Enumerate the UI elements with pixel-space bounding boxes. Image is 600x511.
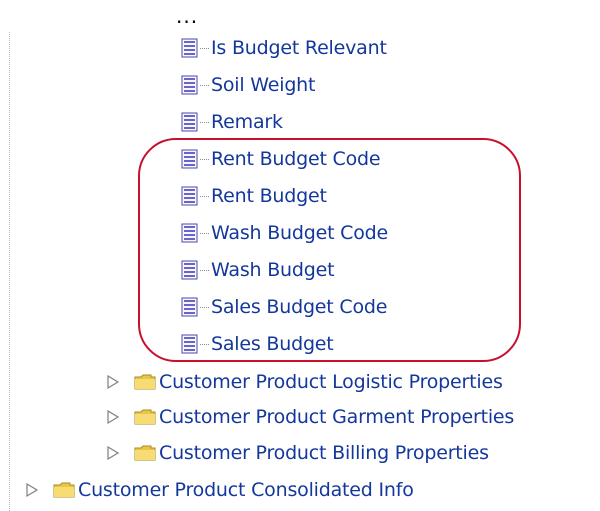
tree-item-label: Rent Budget Code — [211, 148, 381, 170]
attribute-icon — [181, 223, 198, 243]
tree-folder-label: Customer Product Billing Properties — [159, 442, 489, 464]
folder-icon — [134, 445, 156, 461]
tree-connector — [200, 306, 209, 308]
attribute-icon — [181, 297, 198, 317]
tree-connector — [200, 232, 209, 234]
tree-folder-label: Customer Product Logistic Properties — [159, 371, 503, 393]
tree-item-sales-budget-code[interactable]: Sales Budget Code — [181, 292, 387, 322]
tree-connector — [200, 269, 209, 271]
folder-icon — [53, 482, 75, 498]
tree-folder-logistic-properties[interactable]: Customer Product Logistic Properties — [106, 367, 503, 397]
tree-connector — [200, 195, 209, 197]
tree-item-label: Rent Budget — [211, 185, 327, 207]
folder-icon — [134, 374, 156, 390]
attribute-icon — [181, 112, 198, 132]
collapsed-triangle-icon[interactable] — [106, 374, 120, 390]
attribute-icon — [181, 75, 198, 95]
tree-item-label: Wash Budget — [211, 259, 335, 281]
tree-item-is-budget-relevant[interactable]: Is Budget Relevant — [181, 33, 387, 63]
tree-item-label: Remark — [211, 111, 283, 133]
collapsed-triangle-icon[interactable] — [25, 482, 39, 498]
tree-item-label: Soil Weight — [211, 74, 316, 96]
collapsed-triangle-icon[interactable] — [106, 409, 120, 425]
tree-folder-garment-properties[interactable]: Customer Product Garment Properties — [106, 402, 514, 432]
collapsed-triangle-icon[interactable] — [106, 445, 120, 461]
tree-folder-label: Customer Product Garment Properties — [159, 406, 515, 428]
tree-folder-consolidated-info[interactable]: Customer Product Consolidated Info — [25, 475, 414, 505]
attribute-icon — [181, 38, 198, 58]
tree-connector — [200, 158, 209, 160]
tree-ellipsis: ... — [176, 4, 199, 28]
tree-item-wash-budget-code[interactable]: Wash Budget Code — [181, 218, 388, 248]
tree-folder-label: Customer Product Consolidated Info — [78, 479, 414, 501]
tree-item-rent-budget[interactable]: Rent Budget — [181, 181, 327, 211]
tree-item-remark[interactable]: Remark — [181, 107, 283, 137]
tree-item-wash-budget[interactable]: Wash Budget — [181, 255, 335, 285]
attribute-icon — [181, 334, 198, 354]
attribute-icon — [181, 186, 198, 206]
tree-item-label: Sales Budget Code — [211, 296, 388, 318]
attribute-icon — [181, 260, 198, 280]
tree-connector — [200, 84, 209, 86]
tree-connector — [200, 47, 209, 49]
tree-item-label: Sales Budget — [211, 333, 334, 355]
tree-connector — [200, 343, 209, 345]
tree-item-rent-budget-code[interactable]: Rent Budget Code — [181, 144, 381, 174]
attribute-icon — [181, 149, 198, 169]
folder-icon — [134, 409, 156, 425]
tree-connector — [200, 121, 209, 123]
tree-item-label: Wash Budget Code — [211, 222, 389, 244]
tree-item-soil-weight[interactable]: Soil Weight — [181, 70, 315, 100]
tree-guide-line — [9, 32, 10, 511]
tree-item-sales-budget[interactable]: Sales Budget — [181, 329, 334, 359]
tree-folder-billing-properties[interactable]: Customer Product Billing Properties — [106, 438, 489, 468]
tree-item-label: Is Budget Relevant — [211, 37, 387, 59]
